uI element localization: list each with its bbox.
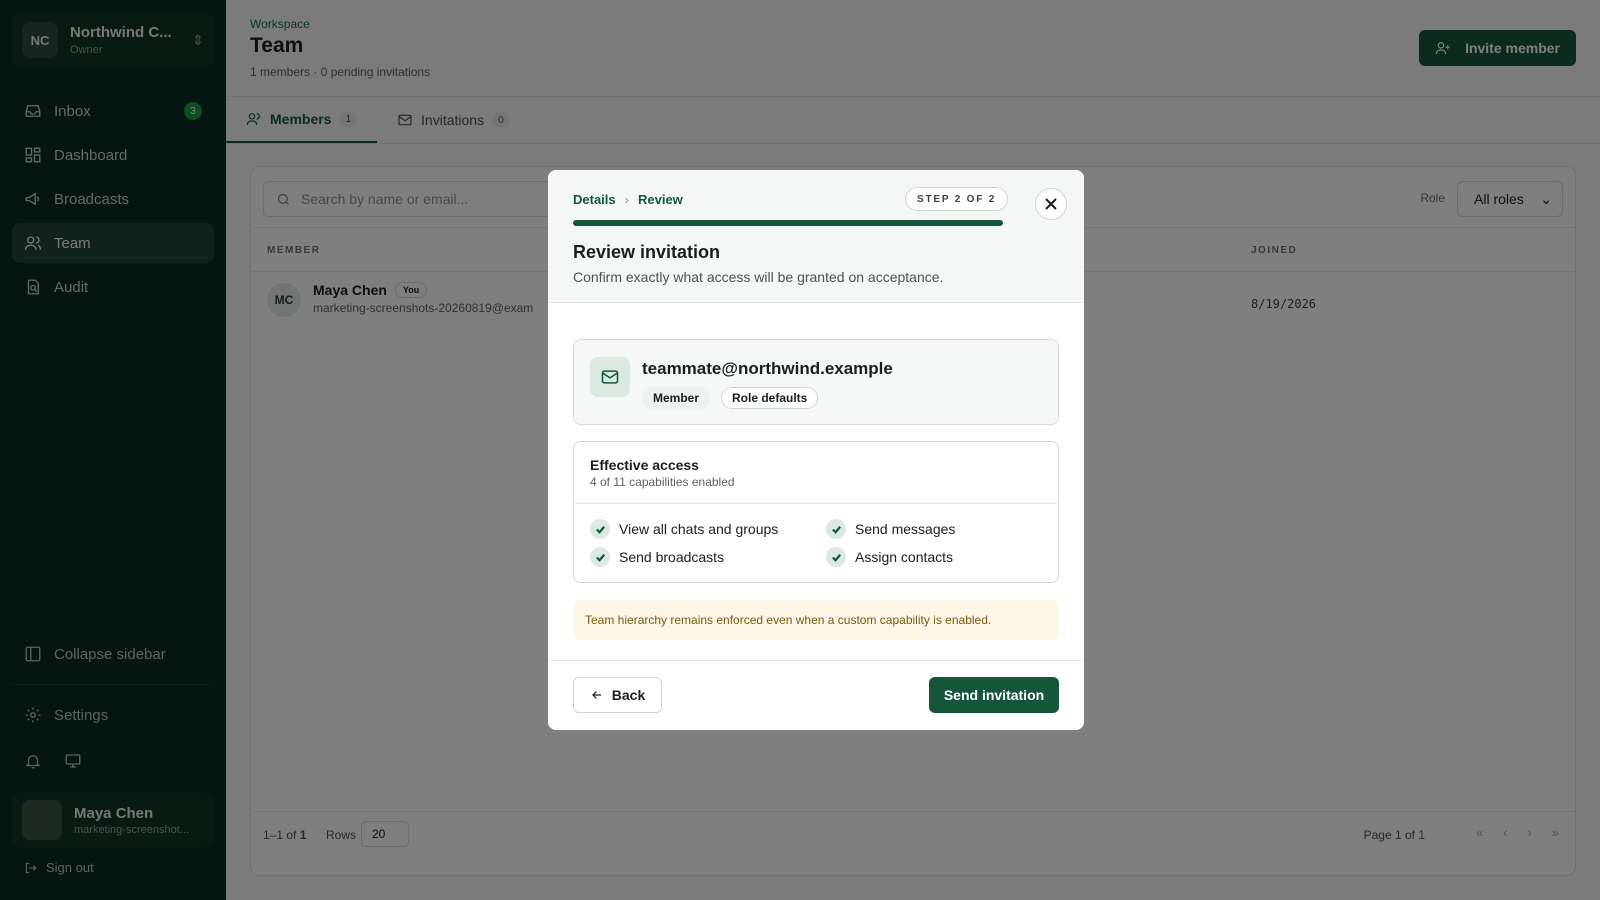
invitee-email: teammate@northwind.example: [642, 359, 893, 378]
capability-label: View all chats and groups: [619, 521, 779, 537]
arrow-left-icon: [591, 691, 601, 699]
effective-access-card: Effective access 4 of 11 capabilities en…: [573, 441, 1059, 583]
check-icon: [826, 547, 846, 567]
mail-icon: [590, 357, 630, 397]
capability-label: Assign contacts: [855, 549, 954, 565]
modal-subtitle: Confirm exactly what access will be gran…: [573, 269, 944, 285]
send-invitation-button[interactable]: Send invitation: [929, 677, 1059, 713]
close-icon: [1045, 198, 1057, 210]
effective-access-summary: 4 of 11 capabilities enabled: [590, 475, 735, 489]
close-button[interactable]: [1035, 188, 1067, 220]
capability-label: Send broadcasts: [619, 549, 725, 565]
back-button[interactable]: Back: [573, 677, 662, 713]
check-icon: [590, 547, 610, 567]
progress-bar: [573, 220, 1003, 226]
capability-item: Assign contacts: [826, 547, 953, 567]
step-review: Review: [637, 192, 683, 207]
card-divider: [574, 503, 1058, 504]
check-icon: [826, 519, 846, 539]
effective-access-title: Effective access: [590, 457, 699, 473]
capability-label: Send messages: [855, 521, 956, 537]
step-details[interactable]: Details: [573, 192, 616, 207]
progress-fill: [573, 220, 1003, 226]
chevron-right-icon: ›: [624, 192, 629, 207]
role-defaults-badge: Role defaults: [721, 387, 819, 409]
step-indicator: STEP 2 OF 2: [905, 187, 1009, 211]
modal-title: Review invitation: [573, 242, 721, 262]
back-label: Back: [611, 687, 646, 703]
capability-item: Send broadcasts: [590, 547, 724, 567]
capability-item: Send messages: [826, 519, 955, 539]
modal-header: Details › Review STEP 2 OF 2 Review invi…: [548, 170, 1084, 303]
invite-review-modal: Details › Review STEP 2 OF 2 Review invi…: [548, 170, 1084, 730]
check-icon: [590, 519, 610, 539]
capability-item: View all chats and groups: [590, 519, 778, 539]
invitee-card: teammate@northwind.example Member Role d…: [573, 339, 1059, 425]
modal-footer-divider: [548, 660, 1084, 661]
step-breadcrumb: Details › Review: [573, 192, 683, 207]
role-badge: Member: [642, 387, 711, 409]
hierarchy-notice: Team hierarchy remains enforced even whe…: [573, 600, 1059, 640]
